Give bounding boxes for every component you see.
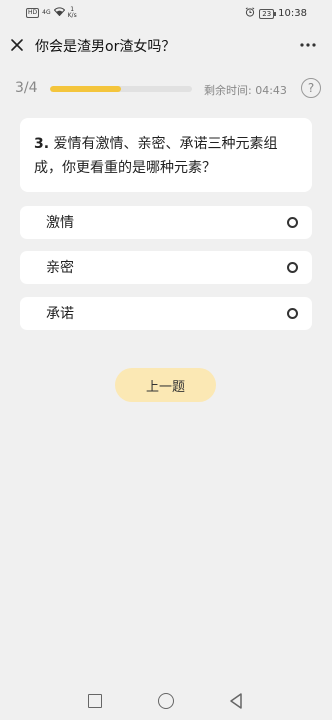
close-icon[interactable] <box>8 36 26 54</box>
progress-row: 3/4 剩余时间: 04:43 ? <box>0 74 332 104</box>
circle-icon[interactable] <box>158 693 174 709</box>
progress-fill <box>50 86 121 92</box>
hd-badge: HD <box>26 8 40 18</box>
option-label: 亲密 <box>46 260 74 276</box>
option-intimacy[interactable]: 亲密 <box>20 251 312 284</box>
radio-icon[interactable] <box>287 217 298 228</box>
previous-question-button[interactable]: 上一题 <box>115 368 216 402</box>
radio-icon[interactable] <box>287 308 298 319</box>
progress-bar <box>50 86 192 92</box>
page-title: 你会是渣男or渣女吗？ <box>35 39 176 55</box>
status-time: 10:38 <box>278 8 307 19</box>
more-icon[interactable] <box>298 36 318 54</box>
option-label: 激情 <box>46 215 74 231</box>
radio-icon[interactable] <box>287 262 298 273</box>
network-speed: 1 K/s <box>68 7 77 19</box>
progress-counter: 3/4 <box>15 80 38 96</box>
signal-indicator: 4G <box>42 9 51 16</box>
status-left: HD 4G 1 K/s <box>26 7 77 19</box>
square-icon[interactable] <box>88 694 102 708</box>
status-right: 23 10:38 <box>245 7 307 20</box>
option-commitment[interactable]: 承诺 <box>20 297 312 330</box>
wifi-icon <box>53 7 65 19</box>
help-icon[interactable]: ? <box>301 78 321 98</box>
title-bar: 你会是渣男or渣女吗？ <box>0 28 332 64</box>
question-card: 3. 爱情有激情、亲密、承诺三种元素组成，你更看重的是哪种元素？ <box>20 118 312 192</box>
status-bar: HD 4G 1 K/s 23 10:38 <box>0 0 332 28</box>
option-passion[interactable]: 激情 <box>20 206 312 239</box>
speed-unit: K/s <box>67 12 77 19</box>
system-nav-bar <box>0 680 332 720</box>
option-label: 承诺 <box>46 306 74 322</box>
battery-indicator: 23 <box>259 8 277 19</box>
question-number: 3. <box>34 136 50 152</box>
alarm-icon <box>245 7 255 20</box>
remaining-time: 剩余时间: 04:43 <box>204 84 287 97</box>
question-text: 爱情有激情、亲密、承诺三种元素组成，你更看重的是哪种元素？ <box>34 136 278 176</box>
triangle-back-icon[interactable] <box>228 692 244 710</box>
